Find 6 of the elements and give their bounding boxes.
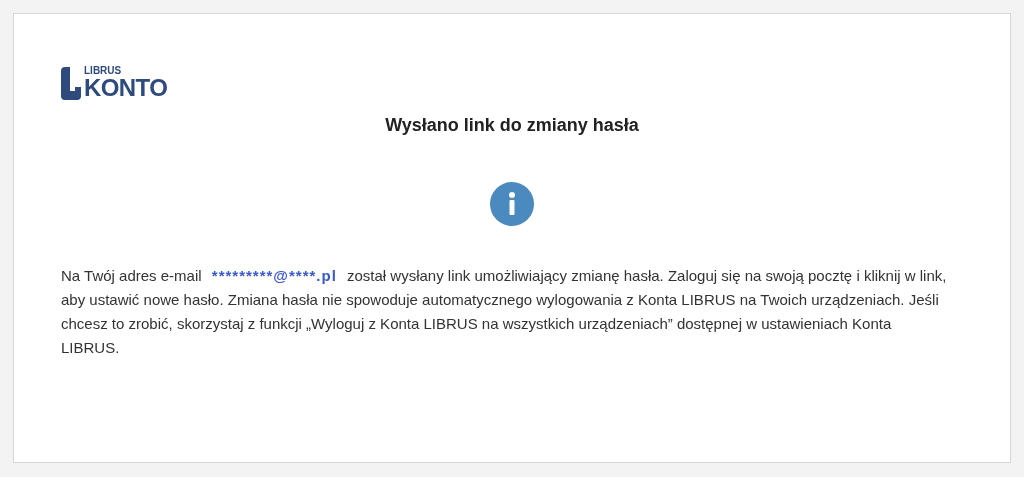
logo-icon [61, 67, 81, 100]
page-title: Wysłano link do zmiany hasła [384, 114, 640, 137]
product-text: KONTO [84, 76, 168, 100]
message-text: Na Twój adres e-mail *********@****.pl został wysłany link umożliwiający zmianę hasła. Zaloguj się na swoją pocztę i kliknij w link, aby ustawić nowe hasło. Zmiana hasła nie spowoduje automatycznego wylogowania z Konta LIBRUS na Twoich urządzeniach. Jeśli chcesz to zrobić, skorzystaj z funkcji „Wyloguj z Konta LIBRUS na wszystkich urządzeniach” dostępnej w ustawieniach Konta LIBRUS. [61, 266, 948, 358]
brand-text: LIBRUS [84, 66, 123, 76]
info-icon [490, 182, 534, 226]
